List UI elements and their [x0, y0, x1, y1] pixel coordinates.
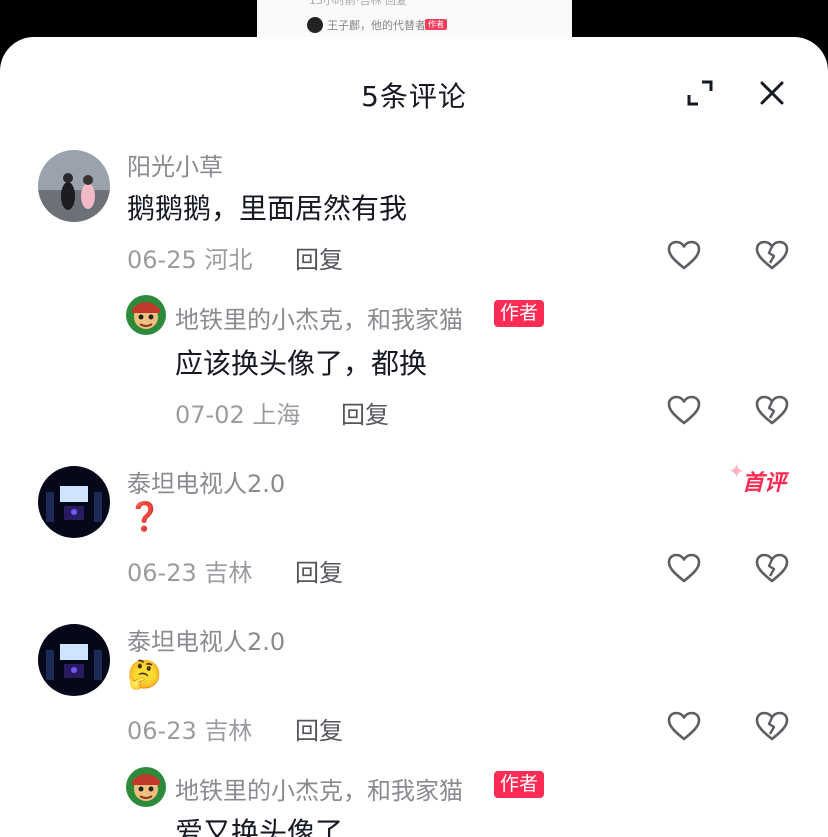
reply-button[interactable]: 回复 [341, 395, 389, 430]
background-meta: 13小时前·吉林 回复 [309, 0, 407, 7]
comment-text: ❓ [127, 500, 162, 533]
comment-username[interactable]: 泰坦电视人2.0 [127, 464, 285, 499]
dislike-button[interactable] [754, 710, 790, 742]
avatar[interactable] [38, 624, 110, 696]
heart-outline-icon [667, 553, 701, 583]
avatar[interactable] [38, 150, 110, 222]
dislike-button[interactable] [754, 394, 790, 426]
close-button[interactable] [756, 77, 788, 109]
like-button[interactable] [666, 552, 702, 584]
comment-date-location: 06-23 吉林 [127, 717, 253, 745]
heart-outline-icon [667, 711, 701, 741]
background-page: 13小时前·吉林 回复 王子鄜，他的代替者 作者 [257, 0, 572, 37]
heart-outline-icon [667, 395, 701, 425]
like-button[interactable] [666, 710, 702, 742]
comment-text: 🤔 [127, 658, 162, 691]
expand-button[interactable] [686, 79, 714, 107]
comment-text: 鹅鹅鹅，里面居然有我 [127, 192, 408, 225]
broken-heart-icon [755, 711, 789, 741]
reply-avatar[interactable] [126, 767, 166, 807]
first-comment-badge: ✦ 首评 [728, 459, 787, 496]
reply-date-location: 07-02 上海 [175, 401, 301, 429]
comment-date-location: 06-25 河北 [127, 246, 253, 274]
like-button[interactable] [666, 239, 702, 271]
background-avatar [307, 17, 323, 33]
author-tag: 作者 [494, 300, 545, 327]
broken-heart-icon [755, 395, 789, 425]
reply-button[interactable]: 回复 [295, 240, 343, 275]
broken-heart-icon [755, 553, 789, 583]
dislike-button[interactable] [754, 552, 790, 584]
comment-username[interactable]: 阳光小草 [127, 147, 223, 182]
reply-username[interactable]: 地铁里的小杰克，和我家猫 [175, 771, 463, 806]
reply-text: 应该换头像了，都换 [175, 347, 428, 380]
reply-text: 爱又换头像了 [175, 816, 344, 837]
dislike-button[interactable] [754, 239, 790, 271]
background-author-name: 王子鄜，他的代替者 [327, 19, 426, 32]
broken-heart-icon [755, 240, 789, 270]
heart-outline-icon [667, 240, 701, 270]
expand-icon [687, 80, 713, 106]
close-icon [760, 81, 784, 105]
reply-avatar[interactable] [126, 295, 166, 335]
author-tag: 作者 [494, 771, 545, 798]
comment-date-location: 06-23 吉林 [127, 559, 253, 587]
comment-username[interactable]: 泰坦电视人2.0 [127, 622, 285, 657]
reply-username[interactable]: 地铁里的小杰克，和我家猫 [175, 300, 463, 335]
avatar[interactable] [38, 466, 110, 538]
background-author-tag: 作者 [425, 19, 447, 30]
reply-button[interactable]: 回复 [295, 553, 343, 588]
like-button[interactable] [666, 394, 702, 426]
comment-sheet: 5条评论 阳光小草 鹅鹅鹅，里面居然有我 06-25 河北 回复 地铁里的小杰克… [0, 37, 828, 837]
reply-button[interactable]: 回复 [295, 711, 343, 746]
